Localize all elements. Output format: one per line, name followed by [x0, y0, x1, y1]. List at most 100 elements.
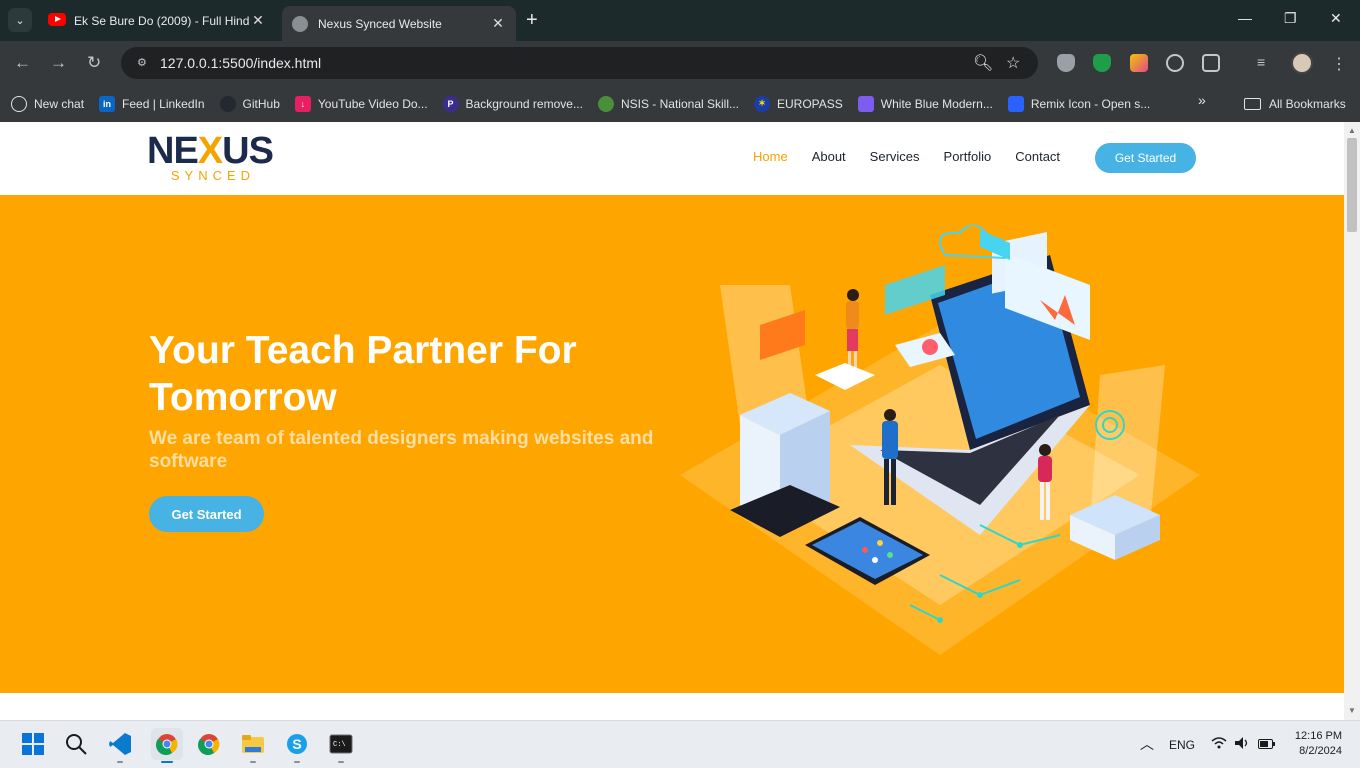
active-indicator [161, 761, 173, 763]
vscode-icon[interactable] [106, 730, 134, 758]
battery-icon[interactable] [1258, 738, 1276, 752]
tab-search-button[interactable]: ⌄ [8, 8, 32, 32]
site-info-icon[interactable]: ⚙ [137, 56, 151, 70]
page-scrollbar[interactable]: ▲ ▼ [1344, 122, 1360, 720]
photoroom-icon: P [442, 95, 459, 112]
adblock-extension-icon[interactable] [1093, 54, 1111, 72]
bookmark-github[interactable]: GitHub [219, 95, 280, 112]
running-indicator [338, 761, 344, 763]
bookmark-label: NSIS - National Skill... [620, 96, 739, 111]
language-indicator[interactable]: ENG [1169, 738, 1195, 752]
svg-text:C:\: C:\ [333, 741, 346, 749]
forward-icon[interactable]: → [50, 53, 67, 73]
github-icon [219, 95, 236, 112]
globe-icon [292, 15, 308, 32]
bookmark-background-remover[interactable]: P Background remove... [442, 95, 583, 112]
header-get-started-button[interactable]: Get Started [1095, 143, 1196, 173]
bookmark-label: Remix Icon - Open s... [1030, 96, 1151, 111]
nav-contact[interactable]: Contact [1015, 149, 1060, 164]
svg-text:S: S [292, 736, 301, 752]
bookmark-label: White Blue Modern... [880, 96, 993, 111]
nav-services[interactable]: Services [870, 149, 920, 164]
page-viewport: NEXUS SYNCED Home About Services Portfol… [0, 122, 1344, 720]
bookmark-star-icon[interactable]: ☆ [1006, 53, 1020, 73]
taskbar: S C:\ ︿ ENG 12:16 PM 8/2/2024 [0, 720, 1360, 768]
bookmark-canva[interactable]: White Blue Modern... [857, 95, 993, 112]
file-explorer-icon[interactable] [239, 730, 267, 758]
folder-icon [1244, 97, 1261, 110]
hero-title: Your Teach Partner For Tomorrow [149, 329, 577, 419]
scroll-down-icon[interactable]: ▼ [1348, 706, 1356, 715]
close-icon[interactable]: ✕ [250, 12, 266, 29]
new-tab-button[interactable]: + [526, 9, 538, 32]
terminal-icon[interactable]: C:\ [327, 730, 355, 758]
volume-icon[interactable] [1234, 736, 1250, 753]
reading-list-icon[interactable]: ≡ [1257, 54, 1275, 72]
download-icon: ↓ [294, 95, 311, 112]
restore-icon[interactable]: ❐ [1284, 10, 1297, 27]
clock-date: 8/2/2024 [1299, 745, 1342, 757]
bookmark-label: Feed | LinkedIn [122, 96, 205, 111]
chevron-up-icon[interactable]: ︿ [1140, 734, 1154, 754]
profile-avatar[interactable] [1291, 52, 1313, 74]
bookmark-nsis[interactable]: NSIS - National Skill... [597, 95, 739, 112]
hero-subtitle: We are team of talented designers making… [149, 428, 654, 472]
scrollbar-thumb[interactable] [1347, 138, 1357, 232]
tab-strip: ⌄ Ek Se Bure Do (2009) - Full Hindi ✕ Ne… [0, 0, 1360, 41]
window-close-icon[interactable]: ✕ [1330, 10, 1342, 27]
hero-illustration [680, 225, 1200, 655]
bookmarks-bar: New chat in Feed | LinkedIn GitHub ↓ YouTu… [0, 85, 1360, 122]
hero-get-started-button[interactable]: Get Started [149, 496, 264, 532]
nav-portfolio[interactable]: Portfolio [944, 149, 992, 164]
chatgpt-icon [11, 95, 27, 112]
address-bar[interactable]: ⚙ 127.0.0.1:5500/index.html 🔍︎ ☆ [121, 47, 1038, 79]
hero-section: Your Teach Partner For Tomorrow We are t… [0, 195, 1344, 693]
minimize-icon[interactable]: — [1238, 10, 1252, 26]
zoom-icon[interactable]: 🔍︎ [973, 53, 993, 73]
bookmark-label: YouTube Video Do... [317, 96, 428, 111]
bookmark-label: Background remove... [465, 96, 583, 111]
bookmark-linkedin[interactable]: in Feed | LinkedIn [99, 95, 205, 112]
windows-start-icon[interactable] [19, 730, 47, 758]
wifi-icon[interactable] [1211, 736, 1227, 753]
close-icon[interactable]: ✕ [490, 15, 506, 32]
canva-icon [857, 95, 874, 112]
shield-extension-icon[interactable] [1057, 54, 1075, 72]
bookmark-new-chat[interactable]: New chat [11, 95, 85, 112]
bookmark-label: EUROPASS [777, 96, 843, 111]
url-text: 127.0.0.1:5500/index.html [160, 55, 322, 71]
main-nav: Home About Services Portfolio Contact [753, 149, 1084, 164]
bookmark-label: New chat [34, 96, 85, 111]
back-icon[interactable]: ← [14, 53, 31, 73]
color-picker-extension-icon[interactable] [1130, 54, 1148, 72]
system-clock[interactable]: 12:16 PM 8/2/2024 [1290, 729, 1342, 759]
tab-title: Nexus Synced Website [318, 16, 442, 31]
chrome-icon[interactable] [151, 728, 183, 760]
more-bookmarks-icon[interactable]: » [1198, 92, 1206, 108]
scroll-up-icon[interactable]: ▲ [1348, 126, 1356, 135]
all-bookmarks-button[interactable]: All Bookmarks [1244, 85, 1346, 122]
reload-icon[interactable]: ↻ [87, 53, 101, 73]
skype-icon[interactable]: S [283, 730, 311, 758]
record-extension-icon[interactable] [1166, 54, 1184, 72]
remix-icon [1007, 95, 1024, 112]
bookmark-youtube-downloader[interactable]: ↓ YouTube Video Do... [294, 95, 428, 112]
search-icon[interactable] [62, 730, 90, 758]
tab-title: Ek Se Bure Do (2009) - Full Hindi [74, 13, 250, 28]
site-logo[interactable]: NEXUS SYNCED [147, 132, 274, 183]
eu-icon: ✶ [754, 95, 770, 112]
tab-nexus[interactable]: Nexus Synced Website ✕ [282, 6, 516, 41]
extensions-puzzle-icon[interactable] [1202, 54, 1220, 72]
menu-kebab-icon[interactable]: ⋮ [1330, 54, 1348, 73]
browser-toolbar: ← → ↻ ⚙ 127.0.0.1:5500/index.html 🔍︎ ☆ ≡… [0, 41, 1360, 85]
nav-about[interactable]: About [812, 149, 846, 164]
tab-youtube[interactable]: Ek Se Bure Do (2009) - Full Hindi ✕ [38, 6, 276, 35]
nav-home[interactable]: Home [753, 149, 788, 164]
chrome-icon[interactable] [195, 730, 223, 758]
bookmark-europass[interactable]: ✶ EUROPASS [754, 95, 843, 112]
youtube-icon [48, 12, 66, 29]
bookmark-remix-icon[interactable]: Remix Icon - Open s... [1007, 95, 1151, 112]
emblem-icon [597, 95, 614, 112]
running-indicator [294, 761, 300, 763]
linkedin-icon: in [99, 95, 116, 112]
